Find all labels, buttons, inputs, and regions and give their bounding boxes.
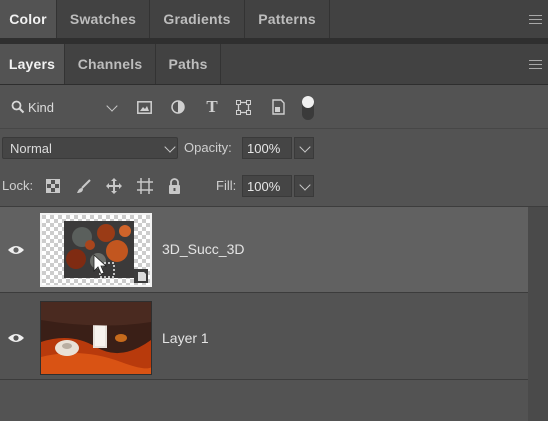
fill-label: Fill: xyxy=(216,178,237,193)
filter-kind-select[interactable]: Kind xyxy=(6,97,120,119)
lock-image-pixels-icon[interactable] xyxy=(75,178,91,194)
color-panel-tabbar: Color Swatches Gradients Patterns xyxy=(0,0,548,39)
fill-slider-button[interactable] xyxy=(294,175,314,197)
lock-artboard-icon[interactable] xyxy=(136,177,153,194)
fill-input[interactable]: 100% xyxy=(242,175,292,197)
opacity-input[interactable]: 100% xyxy=(242,137,292,159)
opacity-slider-button[interactable] xyxy=(294,137,314,159)
tab-channels[interactable]: Channels xyxy=(65,44,155,84)
tab-divider xyxy=(220,44,221,84)
layers-scrollbar-track[interactable] xyxy=(528,207,548,421)
blend-mode-value: Normal xyxy=(10,141,52,156)
filter-toggle-switch[interactable] xyxy=(302,96,314,120)
layer-row-selected[interactable]: 3D_Succ_3D xyxy=(0,207,528,293)
panel-menu-icon[interactable] xyxy=(529,15,542,24)
tab-color[interactable]: Color xyxy=(0,0,56,38)
layer-name[interactable]: Layer 1 xyxy=(162,330,209,346)
chevron-down-icon xyxy=(106,100,118,112)
filter-toggle-knob xyxy=(302,96,314,108)
search-icon xyxy=(11,100,25,114)
tab-paths[interactable]: Paths xyxy=(156,44,220,84)
tab-divider xyxy=(329,0,330,38)
chevron-down-icon xyxy=(164,141,176,153)
blend-mode-select[interactable]: Normal xyxy=(2,137,178,159)
filter-smart-object-icon[interactable] xyxy=(270,98,286,115)
lock-transparent-pixels-icon[interactable] xyxy=(45,178,61,194)
opacity-label: Opacity: xyxy=(184,140,232,155)
lock-label: Lock: xyxy=(2,178,34,193)
chevron-down-icon xyxy=(299,179,311,191)
filter-pixel-icon[interactable] xyxy=(136,99,152,115)
chevron-down-icon xyxy=(299,141,311,153)
checkerboard-thumbnail xyxy=(42,215,150,285)
eye-icon[interactable] xyxy=(7,332,25,344)
filter-adjustment-icon[interactable] xyxy=(170,99,186,115)
panel-menu-icon[interactable] xyxy=(529,60,542,69)
layer-filter-row: Kind T xyxy=(0,88,548,126)
filter-type-icon[interactable]: T xyxy=(204,97,220,116)
lock-row: Lock: Fill: 100% xyxy=(0,168,548,204)
layer-row[interactable]: Layer 1 xyxy=(0,294,528,380)
photo-thumbnail xyxy=(41,302,151,374)
blend-mode-row: Normal Opacity: 100% xyxy=(0,128,548,167)
layers-panel-tabbar: Layers Channels Paths xyxy=(0,44,548,85)
layer-thumbnail[interactable] xyxy=(40,213,152,287)
tab-patterns[interactable]: Patterns xyxy=(245,0,329,38)
filter-shape-icon[interactable] xyxy=(235,99,251,115)
layer-thumbnail[interactable] xyxy=(40,301,152,375)
eye-icon[interactable] xyxy=(7,244,25,256)
layers-empty-area xyxy=(0,381,528,421)
tab-layers[interactable]: Layers xyxy=(0,44,64,84)
filter-kind-label: Kind xyxy=(28,100,55,115)
lock-all-icon[interactable] xyxy=(166,177,182,194)
tab-gradients[interactable]: Gradients xyxy=(150,0,244,38)
layer-name[interactable]: 3D_Succ_3D xyxy=(162,241,245,257)
lock-position-icon[interactable] xyxy=(105,177,122,194)
tab-swatches[interactable]: Swatches xyxy=(57,0,149,38)
